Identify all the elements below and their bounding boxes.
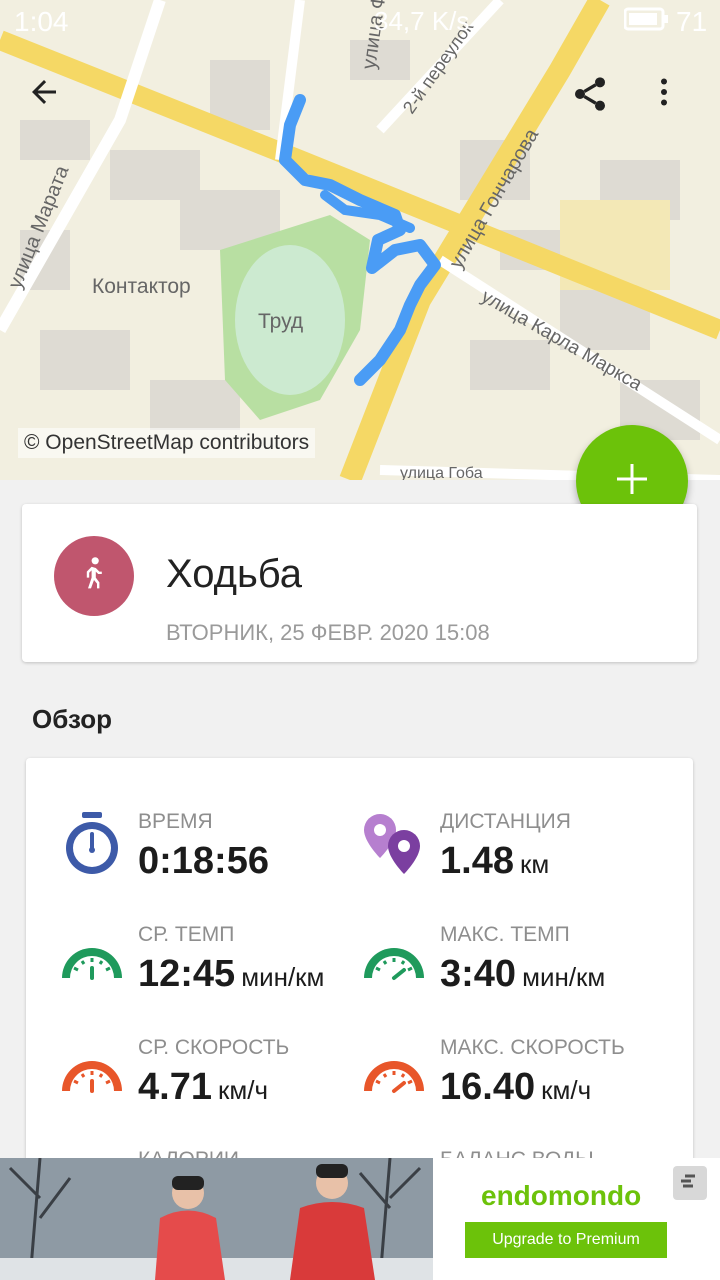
stat-value: 3:40 мин/км (440, 953, 606, 995)
max-pace-gauge-icon (360, 928, 428, 996)
map-label-bottom: улица Гоба (400, 465, 483, 480)
location-pins-icon (360, 810, 428, 878)
activity-date: ВТОРНИК, 25 ФЕВР. 2020 15:08 (166, 620, 490, 645)
ad-runners-image (0, 1158, 433, 1280)
svg-text:улица Гоба: улица Гоба (400, 465, 483, 480)
ad-banner[interactable]: endomondo Upgrade to Premium (0, 1158, 720, 1280)
stopwatch-icon (58, 810, 126, 878)
map-attribution[interactable]: © OpenStreetMap contributors (18, 428, 316, 458)
max-speed-gauge-icon (360, 1041, 428, 1109)
stat-value: 1.48 км (440, 840, 550, 882)
overview-title: Обзор (32, 704, 112, 734)
stat-label: СР. ТЕМП (138, 923, 235, 946)
stat-label: ВРЕМЯ (138, 810, 213, 833)
share-button[interactable] (570, 74, 630, 134)
status-bar: 1:04 34,7 K/s 71 (0, 0, 720, 46)
plus-icon (614, 461, 650, 502)
walking-icon (79, 556, 109, 597)
map-label-trud: Труд (258, 310, 303, 333)
svg-text:Труд: Труд (258, 310, 303, 333)
endomondo-logo: endomondo (481, 1180, 642, 1211)
status-network-speed: 34,7 K/s (374, 6, 470, 36)
ad-info-button[interactable] (673, 1166, 707, 1200)
svg-text:Контактор: Контактор (92, 275, 191, 298)
ad-info-icon (679, 1172, 701, 1195)
stat-label: МАКС. ТЕМП (440, 923, 570, 946)
pace-gauge-icon (58, 928, 126, 996)
route-map[interactable]: улица Марата улица Фед 2-й переулок улиц… (0, 0, 720, 480)
overview-card: ВРЕМЯ 0:18:56 ДИСТАНЦИЯ 1.48 км СР. ТЕМП … (26, 758, 693, 1188)
stat-value: 12:45 мин/км (138, 953, 325, 995)
upgrade-premium-button[interactable]: Upgrade to Premium (465, 1222, 667, 1258)
stat-value: 0:18:56 (138, 840, 269, 882)
stat-value: 16.40 км/ч (440, 1066, 592, 1108)
status-battery-level: 71 (676, 6, 708, 37)
map-label-kontaktor: Контактор (92, 275, 191, 298)
speed-gauge-icon (58, 1041, 126, 1109)
back-button[interactable] (26, 74, 86, 134)
activity-name: Ходьба (166, 552, 303, 596)
stat-label: МАКС. СКОРОСТЬ (440, 1036, 625, 1059)
activity-card[interactable]: Ходьба ВТОРНИК, 25 ФЕВР. 2020 15:08 (22, 504, 697, 662)
more-options-button[interactable] (646, 74, 706, 134)
map-canvas: улица Марата улица Фед 2-й переулок улиц… (0, 0, 720, 480)
stat-value: 4.71 км/ч (138, 1066, 268, 1108)
ad-panel[interactable]: endomondo Upgrade to Premium (433, 1158, 720, 1280)
status-time: 1:04 (14, 6, 69, 37)
stat-label: ДИСТАНЦИЯ (440, 810, 571, 833)
activity-type-badge (54, 536, 134, 616)
stat-label: СР. СКОРОСТЬ (138, 1036, 290, 1059)
